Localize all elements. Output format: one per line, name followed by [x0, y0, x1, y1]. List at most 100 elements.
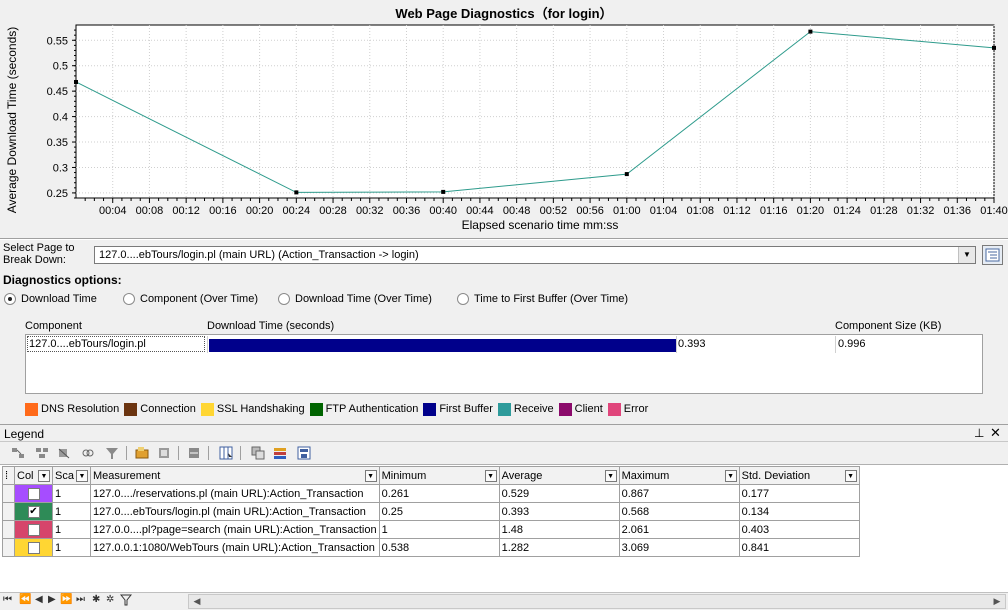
x-tick-label: 01:28: [870, 205, 898, 217]
last-record-icon[interactable]: ⏭: [76, 594, 85, 605]
measurement-cell: 127.0.0....pl?page=search (main URL):Act…: [90, 520, 380, 539]
option-label: Download Time (Over Time): [295, 293, 432, 305]
filter-icon[interactable]: [104, 445, 120, 461]
option-time-to-first-buffer[interactable]: Time to First Buffer (Over Time): [457, 292, 628, 306]
data-point: [74, 79, 78, 84]
row-selector[interactable]: [2, 502, 15, 521]
first-record-icon[interactable]: ⏮: [3, 594, 12, 605]
next-page-icon[interactable]: ⏩: [60, 594, 72, 605]
show-all-icon[interactable]: [34, 445, 50, 461]
save-icon[interactable]: [296, 445, 312, 461]
link-icon[interactable]: [80, 445, 96, 461]
x-tick-label: 00:48: [503, 205, 531, 217]
option-component-over-time[interactable]: Component (Over Time): [123, 292, 258, 306]
animate-icon[interactable]: [156, 445, 172, 461]
color-cell[interactable]: ✔: [14, 502, 53, 521]
breakdown-row[interactable]: 127.0....ebTours/login.pl 0.393 0.996: [26, 336, 982, 353]
scale-header-label: Sca: [55, 469, 74, 482]
chevron-down-icon[interactable]: ▼: [38, 470, 50, 482]
chevron-down-icon[interactable]: ▼: [484, 470, 497, 482]
horizontal-scrollbar[interactable]: ◀ ▶: [188, 594, 1006, 609]
page-select-dropdown[interactable]: 127.0....ebTours/login.pl (main URL) (Ac…: [94, 246, 976, 264]
x-tick-label: 01:20: [797, 205, 825, 217]
breakdown-list[interactable]: 127.0....ebTours/login.pl 0.393 0.996: [25, 334, 983, 394]
visibility-checkbox[interactable]: [27, 523, 40, 536]
color-legend-label: Error: [623, 403, 649, 415]
measurement-header[interactable]: Measurement ▼: [90, 466, 380, 485]
visibility-checkbox[interactable]: [27, 487, 40, 500]
legend-header: Legend ⊥ ✕: [0, 424, 1008, 442]
table-row[interactable]: ✔ 1 127.0....ebTours/login.pl (main URL):A…: [2, 502, 860, 521]
edit-record-icon[interactable]: ✲: [106, 594, 114, 605]
visibility-checkbox[interactable]: [27, 541, 40, 554]
maximum-header[interactable]: Maximum ▼: [618, 466, 740, 485]
radio-icon[interactable]: [4, 293, 16, 305]
std-deviation-header[interactable]: Std. Deviation ▼: [738, 466, 860, 485]
filter-icon[interactable]: [119, 594, 133, 609]
chevron-down-icon[interactable]: ▼: [76, 470, 88, 482]
radio-icon[interactable]: [278, 293, 290, 305]
scale-header[interactable]: Sca ▼: [52, 466, 91, 485]
chevron-down-icon[interactable]: ▼: [844, 470, 857, 482]
color-legend-item: First Buffer: [423, 402, 493, 416]
auto-correlate-icon[interactable]: [186, 445, 202, 461]
x-tick-label: 00:40: [429, 205, 457, 217]
color-legend-label: Connection: [140, 403, 196, 415]
option-download-time[interactable]: Download Time: [4, 292, 97, 306]
previous-record-icon[interactable]: ◀: [35, 594, 43, 605]
close-icon[interactable]: ✕: [990, 425, 1001, 441]
color-cell[interactable]: [14, 538, 53, 557]
chevron-down-icon[interactable]: ▼: [958, 247, 975, 263]
radio-icon[interactable]: [457, 293, 469, 305]
scroll-left-icon[interactable]: ◀: [189, 595, 205, 608]
col-header[interactable]: Col ▼: [14, 466, 53, 485]
minimum-header[interactable]: Minimum ▼: [378, 466, 500, 485]
x-tick-label: 00:20: [246, 205, 274, 217]
previous-page-icon[interactable]: ⏪: [19, 594, 31, 605]
measurement-cell: 127.0..../reservations.pl (main URL):Act…: [90, 484, 380, 503]
breakdown-tree-button[interactable]: [982, 245, 1003, 265]
radio-icon[interactable]: [123, 293, 135, 305]
visibility-checkbox[interactable]: ✔: [27, 505, 40, 518]
color-icon[interactable]: [272, 445, 288, 461]
std-deviation-cell: 0.403: [738, 520, 860, 539]
show-only-selected-icon[interactable]: [10, 445, 26, 461]
std-deviation-cell: 0.841: [738, 538, 860, 557]
hide-icon[interactable]: [56, 445, 72, 461]
chevron-down-icon[interactable]: ▼: [724, 470, 737, 482]
y-tick-label: 0.45: [47, 86, 68, 98]
chevron-down-icon[interactable]: ▼: [364, 470, 377, 482]
row-selector[interactable]: [2, 520, 15, 539]
table-row[interactable]: 1 127.0..../reservations.pl (main URL):Ac…: [2, 484, 860, 503]
plot-area: [75, 24, 995, 199]
color-cell[interactable]: [14, 520, 53, 539]
x-tick-label: 01:00: [613, 205, 641, 217]
color-cell[interactable]: [14, 484, 53, 503]
data-point: [808, 29, 813, 34]
row-selector[interactable]: [2, 484, 15, 503]
new-record-icon[interactable]: ✱: [92, 594, 100, 605]
show-description-icon[interactable]: [218, 445, 234, 461]
maximum-cell: 2.061: [618, 520, 740, 539]
scroll-right-icon[interactable]: ▶: [989, 595, 1005, 608]
chevron-down-icon[interactable]: ▼: [604, 470, 617, 482]
color-swatch: [124, 402, 138, 416]
x-tick-label: 00:44: [466, 205, 494, 217]
configure-measurement-icon[interactable]: [134, 445, 150, 461]
option-download-time-over-time[interactable]: Download Time (Over Time): [278, 292, 432, 306]
color-legend-label: SSL Handshaking: [216, 403, 305, 415]
pin-icon[interactable]: ⊥: [974, 426, 984, 440]
std-deviation-cell: 0.134: [738, 502, 860, 521]
x-tick-label: 01:12: [723, 205, 751, 217]
row-selector-header[interactable]: ⁞: [2, 466, 15, 485]
table-row[interactable]: 1 127.0.0....pl?page=search (main URL):Ac…: [2, 520, 860, 539]
color-swatch: [497, 402, 511, 416]
option-label: Time to First Buffer (Over Time): [474, 293, 629, 305]
toolbar-separator: [208, 446, 209, 460]
copy-icon[interactable]: [250, 445, 266, 461]
color-legend: DNS Resolution Connection SSL Handshaking F…: [25, 402, 653, 416]
average-header[interactable]: Average ▼: [498, 466, 620, 485]
table-row[interactable]: 1 127.0.0.1:1080/WebTours (main URL):Acti…: [2, 538, 860, 557]
next-record-icon[interactable]: ▶: [48, 594, 56, 605]
row-selector[interactable]: [2, 538, 15, 557]
